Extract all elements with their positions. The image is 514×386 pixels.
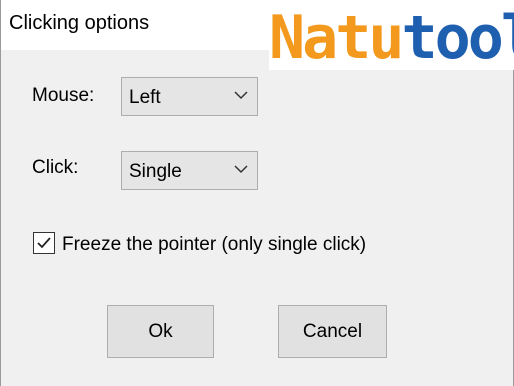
- mouse-select-value: Left: [129, 87, 161, 108]
- cancel-button[interactable]: Cancel: [278, 305, 387, 358]
- chevron-down-icon: [234, 91, 248, 100]
- checkmark-icon: [37, 237, 51, 249]
- clicking-options-dialog: Clicking options Natutool Mouse: Left Cl…: [0, 0, 514, 386]
- mouse-label: Mouse:: [32, 85, 95, 106]
- freeze-pointer-checkbox[interactable]: [33, 232, 55, 254]
- logo-part-natu: Natu: [269, 3, 404, 73]
- click-label: Click:: [32, 157, 79, 178]
- mouse-select[interactable]: Left: [121, 77, 258, 116]
- logo-part-tool: tool: [401, 3, 514, 73]
- chevron-down-icon: [234, 165, 248, 174]
- click-select-value: Single: [129, 161, 182, 182]
- window-title: Clicking options: [9, 12, 150, 34]
- ok-button[interactable]: Ok: [107, 305, 214, 358]
- freeze-pointer-label[interactable]: Freeze the pointer (only single click): [62, 234, 366, 256]
- natutool-logo: Natutool: [269, 6, 514, 70]
- click-select[interactable]: Single: [121, 151, 258, 190]
